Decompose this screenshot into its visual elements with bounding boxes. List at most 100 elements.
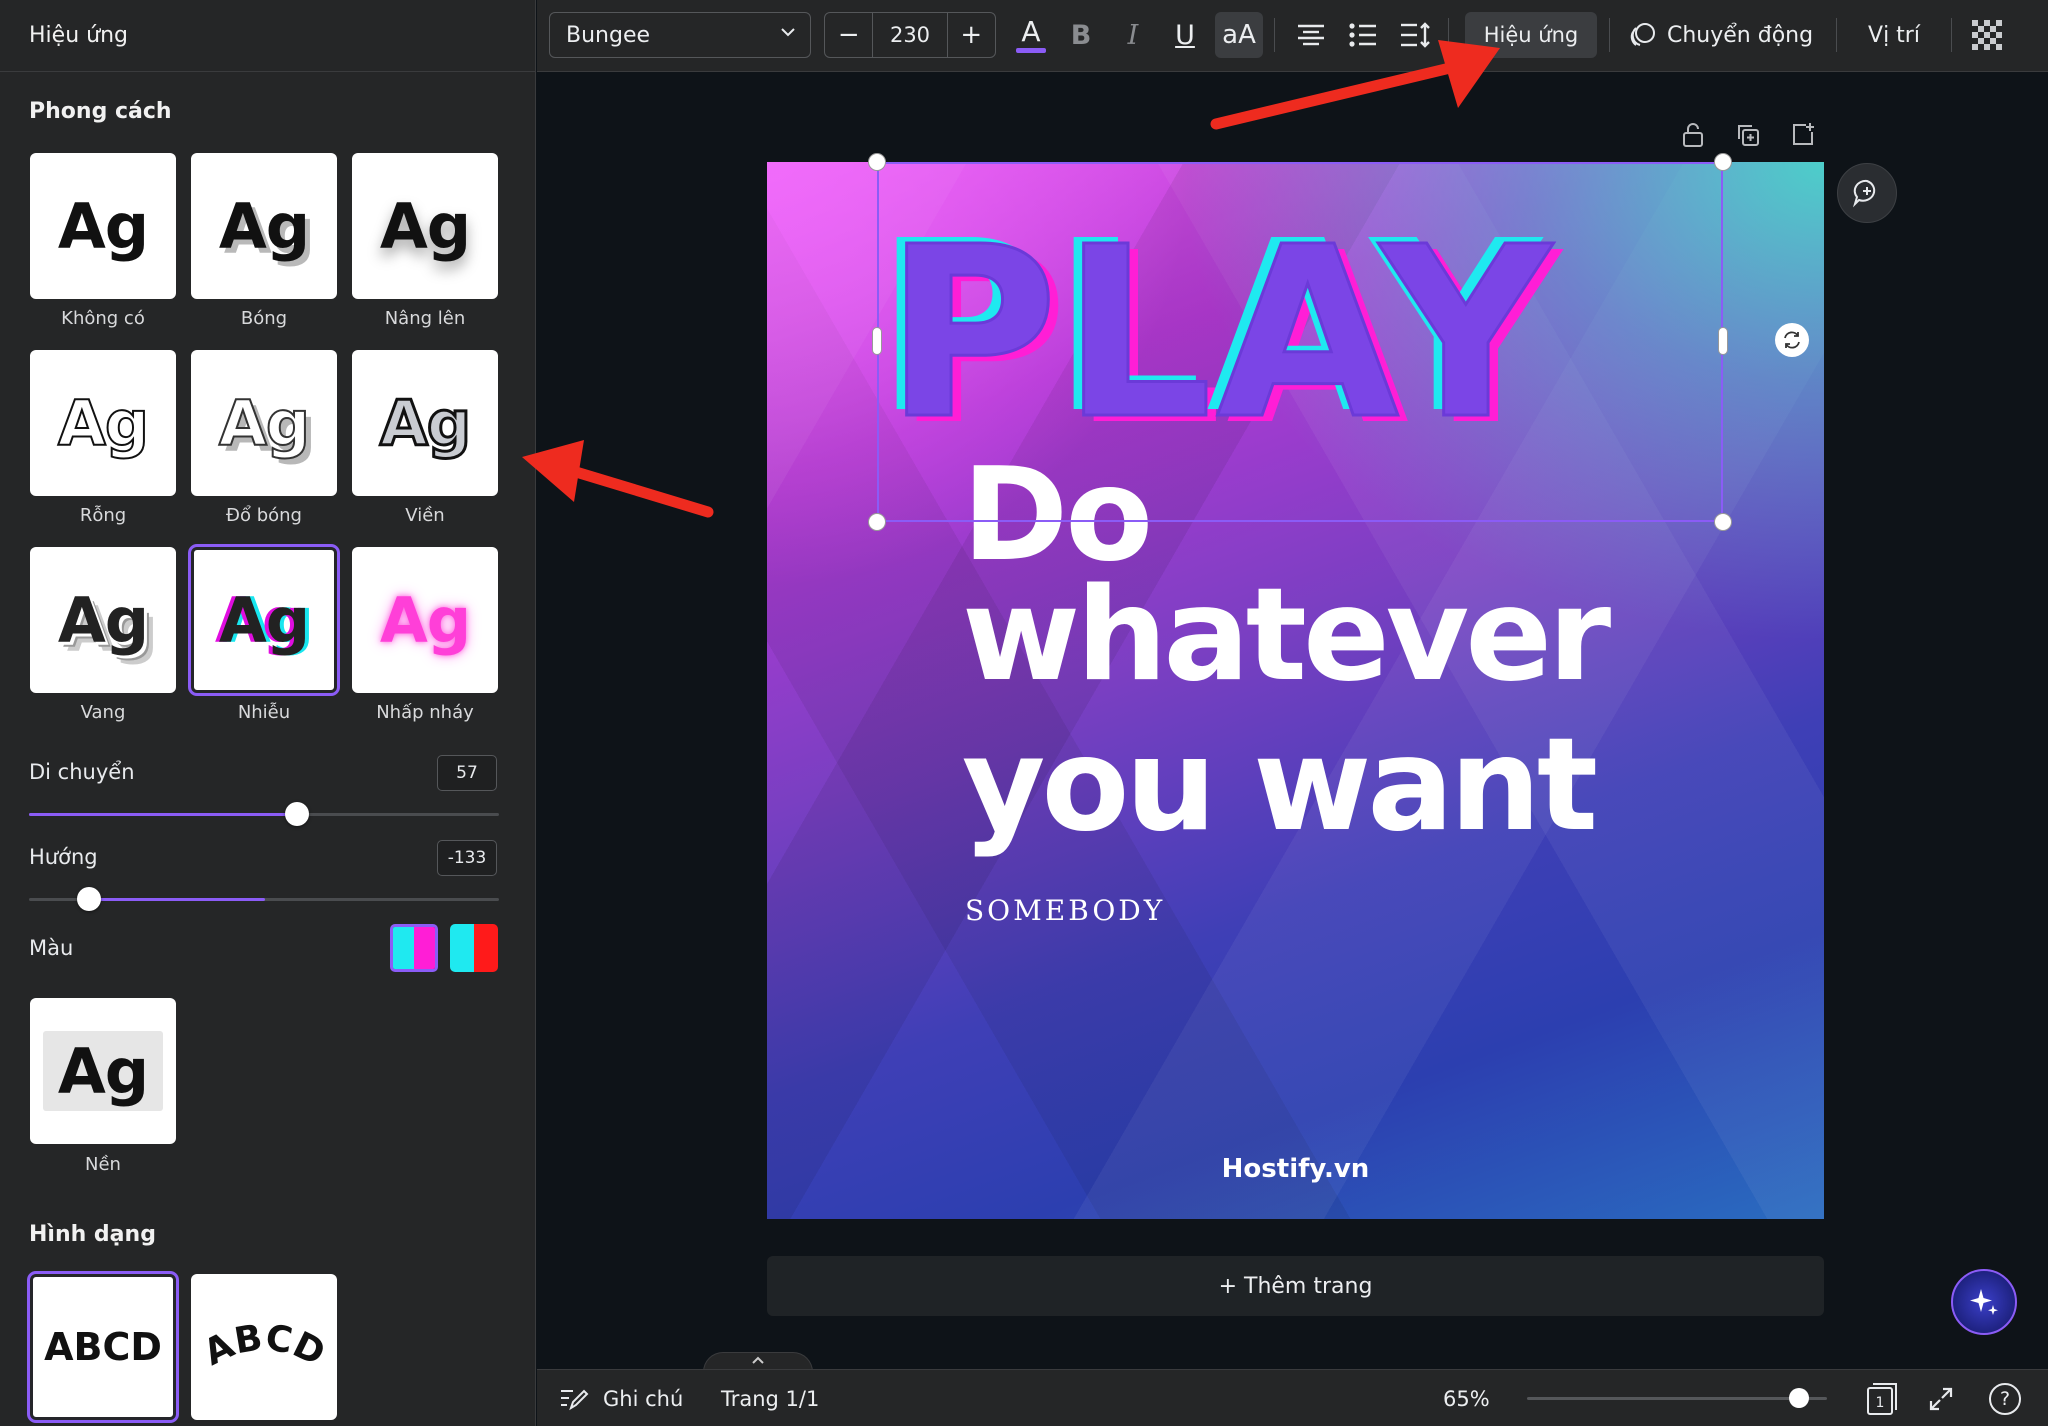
- style-tile-background[interactable]: Ag: [30, 998, 176, 1144]
- author-text[interactable]: SOMEBODY: [965, 894, 1165, 927]
- fullscreen-button[interactable]: [1927, 1370, 1955, 1426]
- animate-button[interactable]: Chuyển động: [1623, 12, 1819, 58]
- bullet-list-icon: [1349, 23, 1376, 47]
- offset-value-input[interactable]: 57: [437, 755, 497, 791]
- font-family-dropdown[interactable]: Bungee: [549, 12, 811, 58]
- shape-tile-none[interactable]: ABCD: [27, 1271, 179, 1423]
- style-preview: Ag: [57, 1034, 149, 1108]
- style-preview: Ag: [378, 385, 472, 461]
- direction-label: Hướng: [29, 845, 98, 869]
- style-tile-echo[interactable]: Ag: [30, 547, 176, 693]
- toolbar-divider: [1274, 18, 1275, 52]
- resize-handle-top-right[interactable]: [1714, 153, 1732, 171]
- toolbar-divider: [1836, 18, 1837, 52]
- add-page-button[interactable]: + Thêm trang: [767, 1256, 1824, 1316]
- font-size-increase-button[interactable]: +: [948, 13, 995, 57]
- help-icon: ?: [1989, 1382, 2021, 1415]
- style-preview: Ag: [218, 583, 310, 657]
- page-grid-button[interactable]: 1: [1865, 1370, 1899, 1426]
- bullet-list-button[interactable]: [1341, 12, 1385, 58]
- add-page-icon[interactable]: [1789, 121, 1817, 149]
- transparency-button[interactable]: [1965, 12, 2009, 58]
- effects-button[interactable]: Hiệu ứng: [1465, 12, 1597, 58]
- style-label-neon: Nhấp nháy: [376, 702, 474, 723]
- resize-handle-left[interactable]: [872, 327, 882, 355]
- headline-text[interactable]: PLAY: [883, 214, 1555, 453]
- style-tile-hollow[interactable]: Ag: [30, 350, 176, 496]
- bottom-bar: Ghi chú Trang 1/1 65% 1 ?: [537, 1369, 2048, 1426]
- direction-slider[interactable]: [29, 887, 499, 911]
- color-swatch-cyan-magenta[interactable]: [390, 924, 438, 972]
- style-label-outline: Viền: [405, 505, 445, 526]
- style-tile-none[interactable]: Ag: [30, 153, 176, 299]
- style-tile-lift[interactable]: Ag: [352, 153, 498, 299]
- rotate-handle[interactable]: [1775, 323, 1809, 357]
- notes-icon: [561, 1389, 589, 1410]
- style-tile-splice[interactable]: Ag: [191, 350, 337, 496]
- align-center-icon: [1298, 24, 1324, 46]
- zoom-percentage[interactable]: 65%: [1443, 1370, 1490, 1426]
- body-line-3[interactable]: you want: [962, 722, 1598, 850]
- font-size-input[interactable]: 230: [872, 13, 948, 57]
- body-line-2[interactable]: whatever: [962, 572, 1611, 700]
- lock-icon[interactable]: [1679, 121, 1707, 149]
- offset-slider-fill: [29, 813, 297, 816]
- style-label-splice: Đổ bóng: [226, 505, 302, 526]
- magic-assistant-button[interactable]: [1951, 1269, 2017, 1335]
- bold-button[interactable]: B: [1059, 12, 1103, 58]
- font-size-stepper: − 230 +: [824, 12, 996, 58]
- shape-preview: ABCD: [44, 1325, 162, 1369]
- style-preview: Ag: [57, 386, 150, 461]
- resize-handle-bottom-left[interactable]: [868, 513, 886, 531]
- resize-handle-top-left[interactable]: [868, 153, 886, 171]
- spacing-button[interactable]: [1393, 12, 1437, 58]
- italic-button[interactable]: I: [1111, 12, 1155, 58]
- offset-slider-thumb[interactable]: [284, 802, 309, 826]
- rotate-icon: [1784, 331, 1800, 349]
- toolbar-divider: [1448, 18, 1449, 52]
- zoom-slider-thumb[interactable]: [1788, 1388, 1809, 1408]
- style-preview: Ag: [379, 583, 471, 657]
- transparency-icon: [1972, 20, 2002, 50]
- align-center-button[interactable]: [1289, 12, 1333, 58]
- text-color-indicator: [1016, 47, 1046, 53]
- style-tile-glitch[interactable]: Ag: [188, 544, 340, 696]
- direction-slider-thumb[interactable]: [77, 887, 101, 911]
- direction-value-input[interactable]: -133: [437, 840, 497, 876]
- page-indicator[interactable]: Trang 1/1: [721, 1370, 819, 1426]
- design-artboard[interactable]: PLAY Do whatever you want SOMEBODY Hosti…: [767, 162, 1824, 1219]
- add-comment-button[interactable]: [1837, 163, 1897, 223]
- background-preview-box: Ag: [43, 1031, 163, 1111]
- resize-handle-bottom-right[interactable]: [1714, 513, 1732, 531]
- color-swatch-cyan-red[interactable]: [450, 924, 498, 972]
- letter-case-button[interactable]: aA: [1215, 12, 1263, 58]
- style-label-hollow: Rỗng: [79, 505, 127, 526]
- style-label-none: Không có: [61, 308, 145, 329]
- text-color-button[interactable]: A: [1009, 12, 1053, 58]
- expand-icon: [1929, 1387, 1953, 1410]
- style-label-shadow: Bóng: [240, 308, 288, 329]
- duplicate-icon[interactable]: [1734, 121, 1762, 149]
- underline-button[interactable]: U: [1163, 12, 1207, 58]
- toolbar-divider: [1609, 18, 1610, 52]
- style-tile-shadow[interactable]: Ag: [191, 153, 337, 299]
- help-button[interactable]: ?: [1989, 1370, 2021, 1426]
- shape-section-title: Hình dạng: [29, 1222, 156, 1247]
- style-label-lift: Nâng lên: [384, 308, 466, 329]
- canvas-area: PLAY Do whatever you want SOMEBODY Hosti…: [537, 73, 2048, 1369]
- shape-tile-curve[interactable]: ABCD: [191, 1274, 337, 1420]
- swatch-right-half: [474, 924, 498, 972]
- style-label-echo: Vang: [80, 702, 126, 723]
- zoom-slider[interactable]: [1527, 1388, 1827, 1408]
- brand-text[interactable]: Hostify.vn: [767, 1154, 1824, 1184]
- notes-button[interactable]: Ghi chú: [559, 1370, 683, 1426]
- font-size-decrease-button[interactable]: −: [825, 13, 872, 57]
- offset-slider[interactable]: [29, 802, 499, 826]
- style-tile-neon[interactable]: Ag: [352, 547, 498, 693]
- style-tile-outline[interactable]: Ag: [352, 350, 498, 496]
- top-toolbar: Bungee − 230 + A B I U aA Hiệu ứng Chuyể…: [537, 0, 2048, 72]
- style-label-glitch: Nhiễu: [237, 702, 291, 723]
- position-button[interactable]: Vị trí: [1849, 12, 1939, 58]
- resize-handle-right[interactable]: [1718, 327, 1728, 355]
- pages-icon: 1: [1867, 1382, 1897, 1415]
